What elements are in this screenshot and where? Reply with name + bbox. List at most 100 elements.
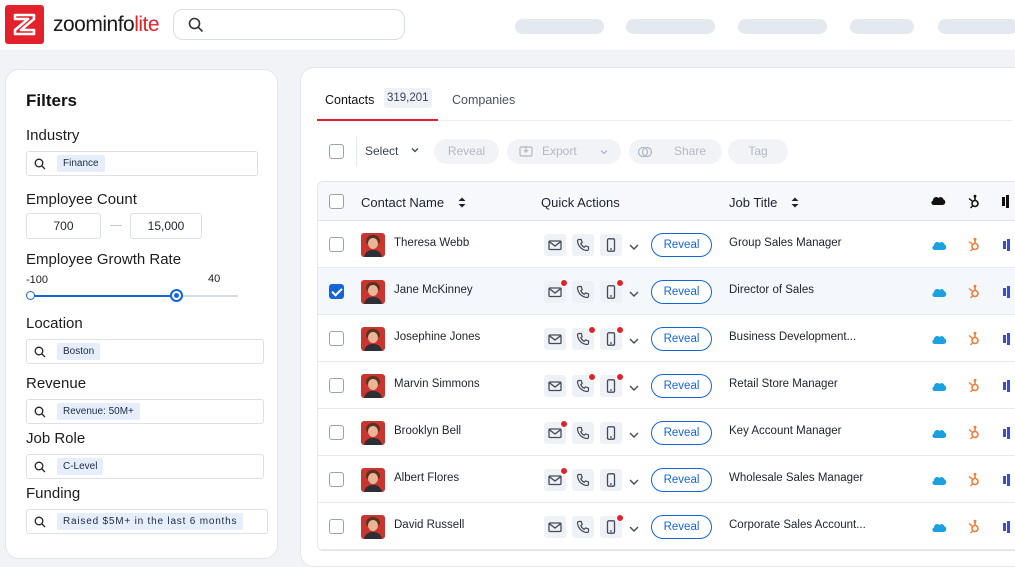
integration-icon[interactable] (1003, 332, 1011, 350)
share-button[interactable]: Share (629, 139, 722, 164)
employee-count-min-input[interactable]: 700 (26, 213, 101, 239)
mobile-button[interactable] (600, 326, 624, 350)
global-search-input[interactable] (173, 9, 405, 40)
funding-chip[interactable]: Raised $5M+ in the last 6 months (57, 513, 244, 530)
reveal-bulk-button[interactable]: Reveal (434, 139, 499, 164)
reveal-button[interactable]: Reveal (651, 421, 712, 445)
row-checkbox[interactable] (329, 331, 344, 346)
location-chip[interactable]: Boston (57, 343, 101, 360)
job-role-filter[interactable]: C-Level (26, 454, 264, 479)
logo-wordmark[interactable]: zoominfolite (53, 13, 160, 37)
phone-button[interactable] (572, 516, 594, 538)
phone-button[interactable] (572, 281, 594, 303)
chevron-down-icon[interactable] (628, 334, 640, 352)
phone-button[interactable] (572, 373, 596, 397)
tag-button[interactable]: Tag (728, 139, 788, 164)
select-all-checkbox[interactable] (329, 144, 344, 159)
hubspot-icon[interactable] (967, 472, 981, 492)
sort-icon[interactable] (790, 196, 800, 209)
reveal-button[interactable]: Reveal (651, 468, 712, 492)
email-button[interactable] (544, 420, 568, 444)
reveal-button[interactable]: Reveal (651, 374, 712, 398)
nav-placeholder-3[interactable] (738, 19, 827, 34)
hubspot-icon[interactable] (967, 331, 981, 351)
nav-placeholder-5[interactable] (938, 19, 1015, 34)
contact-name[interactable]: Jane McKinney (394, 284, 473, 296)
integration-icon[interactable] (1003, 426, 1011, 444)
chevron-down-icon[interactable] (628, 240, 640, 258)
chevron-down-icon[interactable] (628, 522, 640, 540)
mobile-button[interactable] (600, 279, 624, 303)
integration-icon[interactable] (1003, 285, 1011, 303)
table-row[interactable]: Brooklyn Bell Reveal Key Account Manager (318, 409, 1015, 456)
salesforce-icon[interactable] (931, 426, 947, 444)
revenue-chip[interactable]: Revenue: 50M+ (57, 403, 140, 420)
integration-icon[interactable] (1003, 520, 1011, 538)
row-checkbox[interactable] (329, 472, 344, 487)
salesforce-icon[interactable] (931, 520, 947, 538)
integration-icon[interactable] (1003, 473, 1011, 491)
phone-button[interactable] (572, 234, 594, 256)
revenue-filter[interactable]: Revenue: 50M+ (26, 399, 264, 424)
growth-rate-slider-track[interactable] (30, 295, 238, 297)
row-checkbox[interactable] (329, 519, 344, 534)
reveal-button[interactable]: Reveal (651, 515, 712, 539)
table-row[interactable]: Albert Flores Reveal Wholesale Sales Manag… (318, 456, 1015, 503)
email-button[interactable] (544, 328, 566, 350)
mobile-button[interactable] (600, 234, 622, 256)
hubspot-icon[interactable] (967, 284, 981, 304)
mobile-button[interactable] (600, 514, 624, 538)
phone-button[interactable] (572, 469, 594, 491)
row-checkbox[interactable] (329, 284, 344, 299)
email-button[interactable] (544, 375, 566, 397)
contact-name[interactable]: Brooklyn Bell (394, 425, 461, 437)
nav-placeholder-2[interactable] (626, 19, 715, 34)
header-job-title[interactable]: Job Title (729, 195, 800, 210)
reveal-button[interactable]: Reveal (651, 233, 712, 257)
industry-chip[interactable]: Finance (57, 155, 105, 172)
export-button[interactable]: Export (507, 139, 621, 164)
table-row[interactable]: Josephine Jones Reveal Business Developmen… (318, 315, 1015, 362)
mobile-button[interactable] (600, 422, 622, 444)
hubspot-icon[interactable] (967, 425, 981, 445)
salesforce-icon[interactable] (931, 332, 947, 350)
chevron-down-icon[interactable] (628, 475, 640, 493)
salesforce-icon[interactable] (931, 285, 947, 303)
integration-icon[interactable] (1003, 238, 1011, 256)
chevron-down-icon[interactable] (628, 287, 640, 305)
industry-filter[interactable]: Finance (26, 151, 258, 176)
tab-contacts[interactable]: Contacts (325, 93, 374, 107)
chevron-down-icon[interactable] (628, 428, 640, 446)
phone-button[interactable] (572, 422, 594, 444)
header-checkbox[interactable] (329, 194, 344, 209)
salesforce-icon[interactable] (931, 238, 947, 256)
contact-name[interactable]: Theresa Webb (394, 237, 469, 249)
contact-name[interactable]: Albert Flores (394, 472, 459, 484)
contact-name[interactable]: Josephine Jones (394, 331, 480, 343)
funding-filter[interactable]: Raised $5M+ in the last 6 months (26, 509, 268, 534)
contact-name[interactable]: David Russell (394, 519, 464, 531)
row-checkbox[interactable] (329, 237, 344, 252)
table-row[interactable]: David Russell Reveal Corporate Sales Accou… (318, 503, 1015, 550)
hubspot-icon[interactable] (967, 237, 981, 257)
nav-placeholder-4[interactable] (850, 19, 914, 34)
salesforce-icon[interactable] (931, 473, 947, 491)
table-row[interactable]: Marvin Simmons Reveal Retail Store Manager (318, 362, 1015, 409)
reveal-button[interactable]: Reveal (651, 327, 712, 351)
employee-count-max-input[interactable]: 15,000 (130, 213, 202, 239)
reveal-button[interactable]: Reveal (651, 280, 712, 304)
salesforce-icon[interactable] (931, 379, 947, 397)
table-row[interactable]: Jane McKinney Reveal Director of Sales (318, 268, 1015, 315)
location-filter[interactable]: Boston (26, 339, 264, 364)
contact-name[interactable]: Marvin Simmons (394, 378, 480, 390)
nav-placeholder-1[interactable] (515, 19, 604, 34)
integration-icon[interactable] (1003, 379, 1011, 397)
job-role-chip[interactable]: C-Level (57, 458, 104, 475)
mobile-button[interactable] (600, 373, 624, 397)
growth-rate-slider-max-handle[interactable] (169, 289, 183, 302)
table-row[interactable]: Theresa Webb Reveal Group Sales Manager (318, 221, 1015, 268)
mobile-button[interactable] (600, 469, 622, 491)
zoominfo-logo-icon[interactable] (5, 5, 44, 44)
email-button[interactable] (544, 467, 568, 491)
select-dropdown[interactable]: Select (365, 144, 420, 158)
